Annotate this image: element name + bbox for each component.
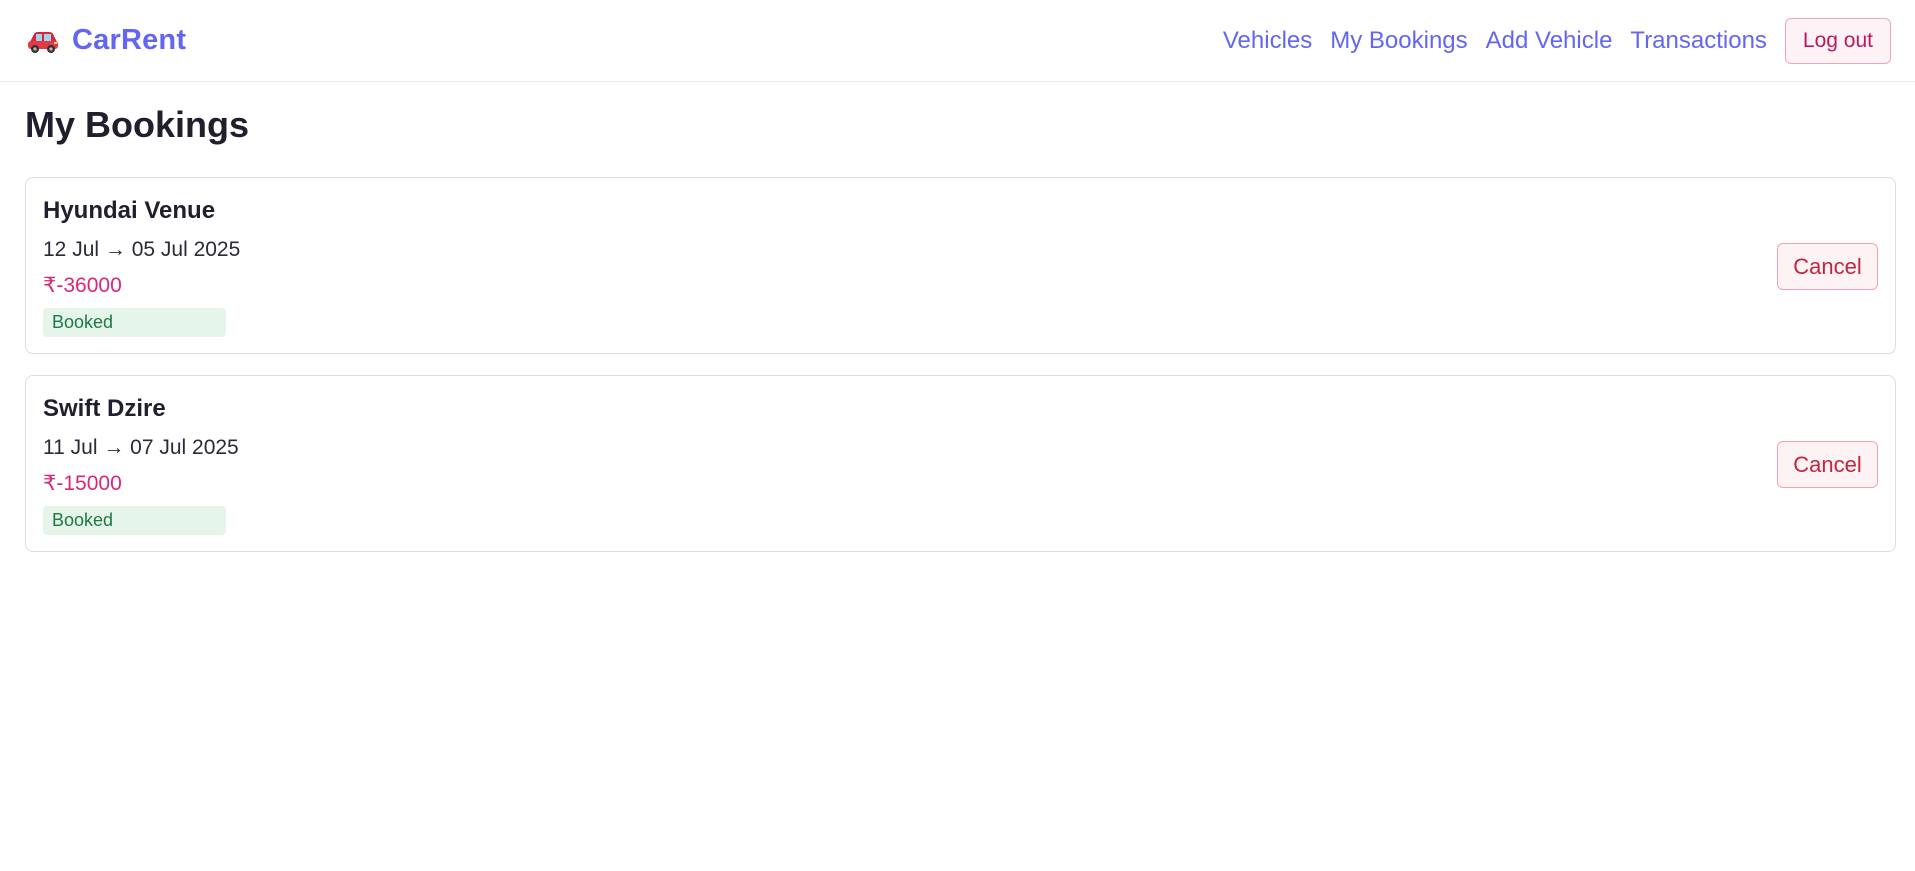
nav-add-vehicle[interactable]: Add Vehicle: [1486, 27, 1613, 55]
main-nav: Vehicles My Bookings Add Vehicle Transac…: [1223, 17, 1891, 64]
status-badge: Booked: [43, 308, 226, 337]
booking-price: ₹-15000: [43, 472, 122, 495]
booking-dates: 12 Jul → 05 Jul 2025: [43, 238, 241, 261]
status-badge: Booked: [43, 506, 226, 535]
vehicle-name: Hyundai Venue: [43, 197, 216, 224]
nav-vehicles[interactable]: Vehicles: [1223, 27, 1312, 55]
page-title: My Bookings: [25, 104, 250, 145]
booking-card: Swift Dzire 11 Jul → 07 Jul 2025 ₹-15000…: [25, 375, 1896, 552]
brand-name: CarRent: [72, 24, 187, 56]
car-icon: [26, 28, 60, 54]
top-navbar: CarRent Vehicles My Bookings Add Vehicle…: [0, 0, 1915, 82]
cancel-booking-button[interactable]: Cancel: [1777, 441, 1878, 488]
brand-link[interactable]: CarRent: [26, 24, 186, 57]
booking-price: ₹-36000: [43, 274, 122, 297]
cancel-booking-button[interactable]: Cancel: [1777, 243, 1878, 290]
nav-my-bookings[interactable]: My Bookings: [1330, 27, 1467, 55]
nav-transactions[interactable]: Transactions: [1630, 27, 1767, 55]
vehicle-name: Swift Dzire: [43, 395, 166, 422]
logout-button[interactable]: Log out: [1784, 17, 1891, 64]
booking-list: Hyundai Venue 12 Jul → 05 Jul 2025 ₹-360…: [25, 177, 1896, 573]
booking-card: Hyundai Venue 12 Jul → 05 Jul 2025 ₹-360…: [25, 177, 1896, 354]
booking-dates: 11 Jul → 07 Jul 2025: [43, 436, 239, 459]
